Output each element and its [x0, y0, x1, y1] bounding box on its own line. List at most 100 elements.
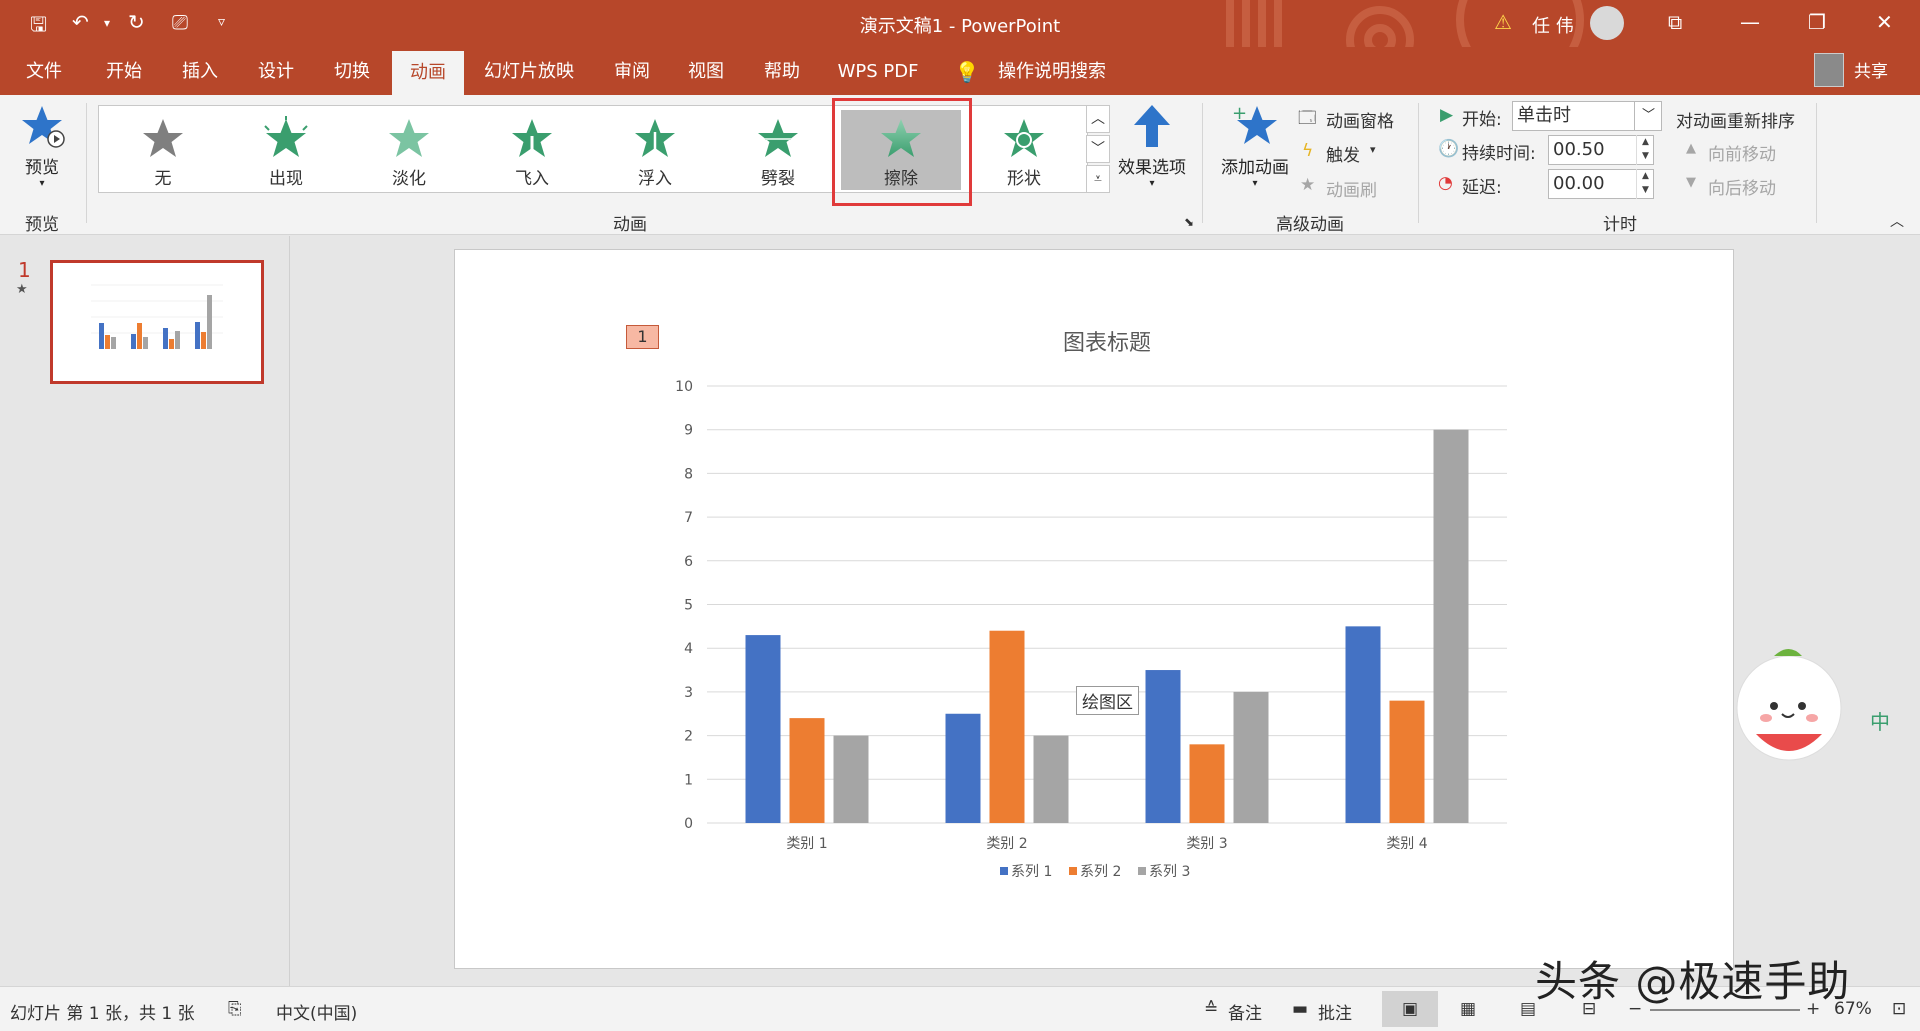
user-name[interactable]: 任 伟: [1532, 12, 1574, 38]
delay-spinner-icon[interactable]: ▲ ▼: [1636, 169, 1654, 199]
start-label: 开始:: [1462, 110, 1502, 130]
y-tick-label: 0: [684, 816, 693, 832]
tab-slideshow[interactable]: 幻灯片放映: [476, 47, 582, 95]
move-later-button[interactable]: 向后移动: [1708, 174, 1776, 199]
clock-icon: 🕐: [1438, 139, 1460, 159]
slide-animation-star-icon: ★: [16, 282, 28, 297]
start-dropdown-icon[interactable]: ﹀: [1634, 101, 1662, 131]
window-title: 演示文稿1 - PowerPoint: [859, 16, 1061, 37]
star-float-icon: [635, 119, 675, 157]
start-play-icon: ▶: [1440, 105, 1454, 125]
animation-dialog-launcher-icon[interactable]: ⬊: [1184, 215, 1194, 229]
animation-pane-button[interactable]: 动画窗格: [1326, 107, 1394, 132]
minimize-icon[interactable]: —: [1740, 10, 1760, 34]
slide-thumbnail[interactable]: [50, 260, 264, 384]
tab-help[interactable]: 帮助: [752, 47, 812, 95]
effect-options-button[interactable]: 效果选项 ▾: [1114, 103, 1190, 203]
search-box[interactable]: 操作说明搜索: [992, 47, 1112, 95]
comments-button[interactable]: 批注: [1318, 999, 1352, 1024]
anim-float-in[interactable]: 浮入: [595, 110, 715, 190]
move-earlier-button[interactable]: 向前移动: [1708, 140, 1776, 165]
normal-view-icon[interactable]: ▣: [1382, 991, 1438, 1027]
legend-swatch: [1138, 867, 1146, 875]
bar: [1433, 429, 1469, 823]
close-icon[interactable]: ✕: [1876, 10, 1893, 34]
separator: [1816, 103, 1817, 223]
tab-transitions[interactable]: 切换: [322, 47, 382, 95]
preview-star-icon: [22, 106, 65, 148]
ribbon-display-icon[interactable]: ⧉: [1668, 10, 1682, 34]
bar: [1233, 691, 1269, 823]
tab-file[interactable]: 文件: [14, 47, 74, 95]
gallery-scroll-down-icon[interactable]: ﹀: [1086, 135, 1110, 163]
preview-button[interactable]: 预览 ▾: [14, 103, 70, 193]
ime-indicator[interactable]: 中: [1870, 706, 1890, 735]
duration-spinner-icon[interactable]: ▲ ▼: [1636, 135, 1654, 165]
anim-none[interactable]: 无: [103, 110, 223, 190]
trigger-icon: ϟ: [1302, 141, 1314, 161]
spell-check-icon[interactable]: ⎘: [228, 999, 242, 1019]
reorder-label: 对动画重新排序: [1676, 112, 1795, 132]
animation-order-tag[interactable]: 1: [626, 325, 659, 349]
tab-home[interactable]: 开始: [94, 47, 154, 95]
add-animation-dropdown-icon: ▾: [1252, 178, 1258, 189]
anim-fly-in-label: 飞入: [515, 169, 549, 189]
notes-icon[interactable]: ≙: [1204, 999, 1218, 1019]
zoom-slider[interactable]: [1650, 1009, 1800, 1011]
selected-animation-highlight: [832, 98, 972, 206]
y-tick-label: 4: [684, 641, 693, 657]
bar: [1033, 735, 1069, 823]
anim-split-label: 劈裂: [761, 169, 795, 189]
y-tick-label: 7: [684, 510, 693, 526]
tab-animations[interactable]: 动画: [392, 51, 464, 95]
thumbnail-chart: [91, 284, 223, 349]
anim-appear[interactable]: 出现: [226, 110, 346, 190]
tab-design[interactable]: 设计: [246, 47, 306, 95]
fit-slide-icon[interactable]: ⊡: [1892, 999, 1906, 1019]
notes-button[interactable]: 备注: [1228, 999, 1262, 1024]
trigger-button[interactable]: 触发: [1326, 141, 1360, 166]
anim-fade[interactable]: 淡化: [349, 110, 469, 190]
slide-number: 1: [18, 258, 31, 282]
bar: [1189, 744, 1225, 823]
comments-icon[interactable]: ▬: [1292, 999, 1308, 1019]
slide-sorter-icon[interactable]: ▦: [1460, 999, 1476, 1019]
tab-view[interactable]: 视图: [676, 47, 736, 95]
y-tick-label: 5: [684, 598, 693, 614]
tab-insert[interactable]: 插入: [170, 47, 230, 95]
avatar[interactable]: [1590, 6, 1624, 40]
share-icon[interactable]: [1814, 53, 1844, 87]
gallery-scroll-up-icon[interactable]: ︿: [1086, 105, 1110, 133]
anim-fly-in[interactable]: 飞入: [472, 110, 592, 190]
slide-info: 幻灯片 第 1 张，共 1 张: [10, 1004, 195, 1024]
share-button[interactable]: 共享: [1846, 47, 1896, 95]
anim-split[interactable]: 劈裂: [718, 110, 838, 190]
language[interactable]: 中文(中国): [276, 999, 357, 1024]
warning-icon[interactable]: ⚠: [1494, 10, 1512, 34]
gallery-more-icon[interactable]: ⩡: [1086, 165, 1110, 193]
legend-entry: 系列 3: [1149, 864, 1190, 880]
bar: [789, 718, 825, 823]
bar: [833, 735, 869, 823]
restore-icon[interactable]: ❐: [1808, 10, 1826, 34]
bar: [1345, 626, 1381, 823]
collapse-ribbon-icon[interactable]: ︿: [1890, 211, 1904, 231]
preview-label: 预览: [25, 158, 59, 178]
anim-appear-label: 出现: [269, 169, 303, 189]
add-animation-button[interactable]: + 添加动画 ▾: [1212, 103, 1298, 203]
move-later-icon: ▼: [1686, 175, 1696, 190]
y-tick-label: 8: [684, 466, 693, 482]
delay-label: 延迟:: [1462, 178, 1502, 198]
duration-value: 00.50: [1553, 139, 1605, 160]
y-tick-label: 1: [684, 772, 693, 788]
tab-wps-pdf[interactable]: WPS PDF: [830, 47, 926, 95]
legend-entry: 系列 1: [1011, 864, 1052, 880]
y-tick-label: 3: [684, 685, 693, 701]
start-value: 单击时: [1517, 105, 1571, 126]
slide[interactable]: 图表标题 0 1 2 3 4 5 6 7 8 9 10 类别 1 类别 2 类别 3 类别 4 系列 1 系列 2…: [454, 249, 1734, 969]
tab-review[interactable]: 审阅: [602, 47, 662, 95]
bar-chart[interactable]: 图表标题 0 1 2 3 4 5 6 7 8 9 10 类别 1 类别 2 类别 3 类别 4 系列 1 系列 2…: [455, 250, 1735, 970]
anim-shape[interactable]: 形状: [964, 110, 1084, 190]
animation-painter-button[interactable]: 动画刷: [1326, 176, 1377, 201]
reading-view-icon[interactable]: ▤: [1520, 999, 1536, 1019]
